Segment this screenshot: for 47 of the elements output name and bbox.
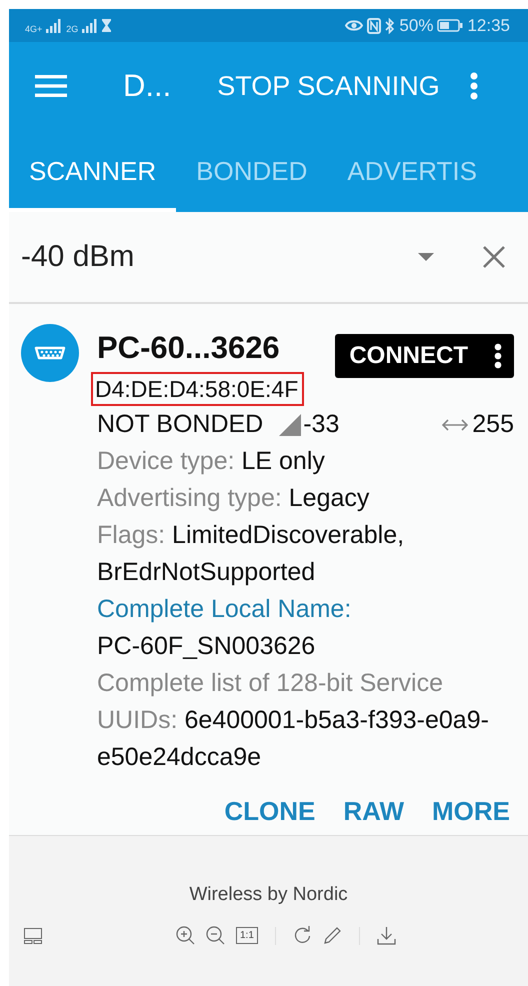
signal-icon <box>82 18 98 32</box>
filter-field[interactable]: -40 dBm <box>21 236 418 278</box>
actual-size-button[interactable]: 1:1 <box>236 927 258 944</box>
detail-line: Advertising type: Legacy <box>97 483 370 514</box>
interval-value: 255 <box>472 410 514 440</box>
battery-icon <box>437 19 464 32</box>
more-icon[interactable] <box>494 343 502 369</box>
clock: 12:35 <box>467 16 510 36</box>
dropdown-icon[interactable] <box>418 253 434 261</box>
action-button[interactable]: RAW <box>339 788 408 835</box>
signal-icon <box>46 18 62 32</box>
zoom-out-icon[interactable] <box>206 926 225 945</box>
menu-icon[interactable] <box>35 75 67 97</box>
hourglass-icon <box>102 19 112 32</box>
eye-icon <box>345 19 364 32</box>
nfc-icon <box>367 18 382 34</box>
detail-line: Complete list of 128-bit Service UUIDs: 6e400001-b5a3-f393-e0a9-e50e24dcca9e <box>97 668 490 773</box>
detail-label: Complete Local Name: <box>97 594 352 625</box>
device-address: D4:DE:D4:58:0E:4F <box>91 372 304 406</box>
layout-icon[interactable] <box>24 928 42 944</box>
action-button[interactable]: CLONE <box>220 788 320 835</box>
tab[interactable]: BONDED <box>176 130 328 212</box>
download-icon[interactable] <box>376 926 396 945</box>
rssi-value: -33 <box>303 410 340 440</box>
app-title: D... <box>123 68 172 104</box>
tab[interactable]: ADVERTIS <box>327 130 497 212</box>
detail-line: Device type: LE only <box>97 446 326 477</box>
bond-state: NOT BONDED <box>97 410 264 440</box>
network-label: 4G+ <box>25 24 42 34</box>
connect-button[interactable]: CONNECT <box>335 334 514 378</box>
detail-line: Flags: LimitedDiscoverable, BrEdrNotSupported <box>97 520 406 588</box>
bluetooth-icon <box>385 18 396 34</box>
pencil-icon[interactable] <box>322 926 342 945</box>
tab[interactable]: SCANNER <box>9 130 176 212</box>
stop-scanning-button[interactable]: STOP SCANNING <box>213 64 444 108</box>
signal-strength-icon <box>279 414 302 436</box>
rotate-icon[interactable] <box>292 926 312 945</box>
zoom-in-icon[interactable] <box>176 926 195 945</box>
action-button[interactable]: MORE <box>428 788 514 835</box>
interval-arrow-icon <box>442 418 468 432</box>
network-label: 2G <box>66 24 78 34</box>
device-name: PC-60...3626 <box>97 330 280 366</box>
close-icon[interactable] <box>482 245 506 269</box>
serial-port-icon <box>21 324 79 382</box>
detail-value: PC-60F_SN003626 <box>97 631 316 662</box>
battery-percent: 50% <box>399 16 434 36</box>
caption: Wireless by Nordic <box>188 884 349 906</box>
